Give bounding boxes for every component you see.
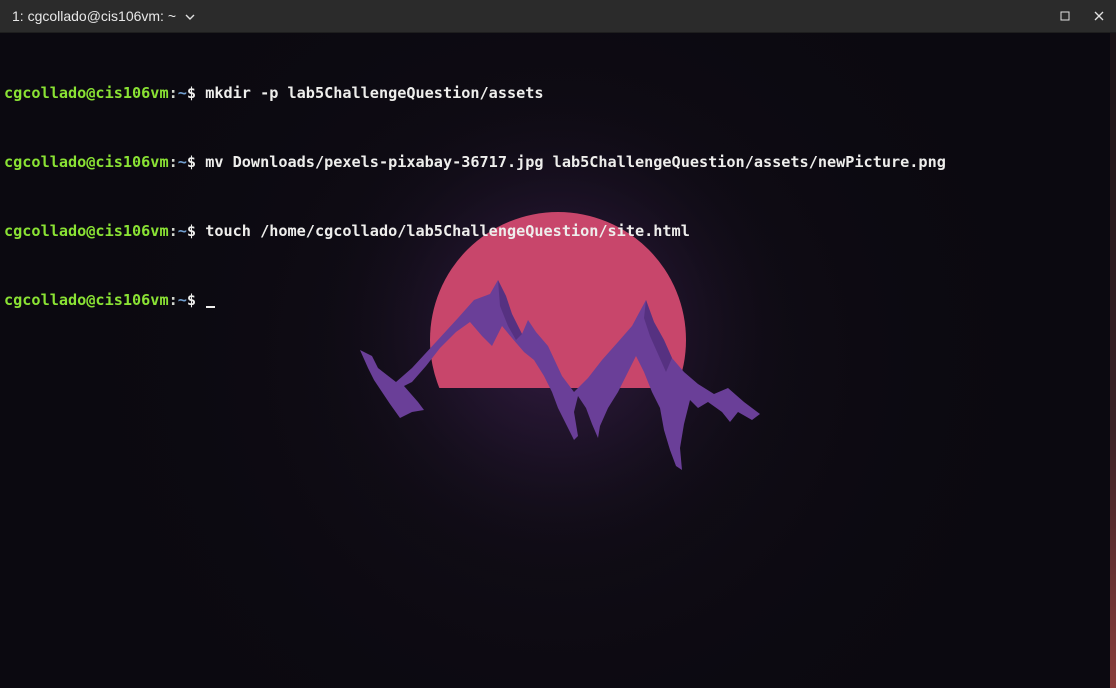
prompt-user: cgcollado@cis106vm [4,84,169,102]
prompt-path: ~ [177,153,187,171]
window-controls [1048,0,1116,33]
terminal-window: 1: cgcollado@cis106vm: ~ cgcollado@cis10… [0,0,1116,688]
command-text: touch /home/cgcollado/lab5ChallengeQuest… [205,222,690,240]
command-text: mkdir -p lab5ChallengeQuestion/assets [205,84,544,102]
prompt-path: ~ [177,291,187,309]
maximize-icon [1060,8,1070,26]
text-cursor [206,306,216,308]
prompt-separator: : [168,291,178,309]
terminal-line: cgcollado@cis106vm:~$ mv Downloads/pexel… [4,151,1114,174]
prompt-symbol: $ [186,84,197,102]
terminal-line: cgcollado@cis106vm:~$ touch /home/cgcoll… [4,220,1114,243]
maximize-button[interactable] [1048,0,1082,33]
prompt-path: ~ [177,222,187,240]
prompt-separator: : [168,84,178,102]
chevron-down-icon[interactable] [184,10,196,22]
prompt-symbol: $ [186,153,197,171]
prompt-user: cgcollado@cis106vm [4,222,169,240]
close-button[interactable] [1082,0,1116,33]
prompt-user: cgcollado@cis106vm [4,153,169,171]
terminal-tab[interactable]: 1: cgcollado@cis106vm: ~ [12,8,196,24]
prompt-separator: : [168,153,178,171]
command-text: mv Downloads/pexels-pixabay-36717.jpg la… [205,153,946,171]
prompt-user: cgcollado@cis106vm [4,291,169,309]
close-icon [1094,8,1104,26]
prompt-symbol: $ [186,222,197,240]
prompt-separator: : [168,222,178,240]
prompt-symbol: $ [186,291,197,309]
terminal-line: cgcollado@cis106vm:~$ mkdir -p lab5Chall… [4,82,1114,105]
prompt-path: ~ [177,84,187,102]
title-bar[interactable]: 1: cgcollado@cis106vm: ~ [0,0,1116,33]
terminal-line-active[interactable]: cgcollado@cis106vm:~$ [4,289,1114,312]
window-title: 1: cgcollado@cis106vm: ~ [12,8,177,24]
terminal-output[interactable]: cgcollado@cis106vm:~$ mkdir -p lab5Chall… [0,36,1114,358]
